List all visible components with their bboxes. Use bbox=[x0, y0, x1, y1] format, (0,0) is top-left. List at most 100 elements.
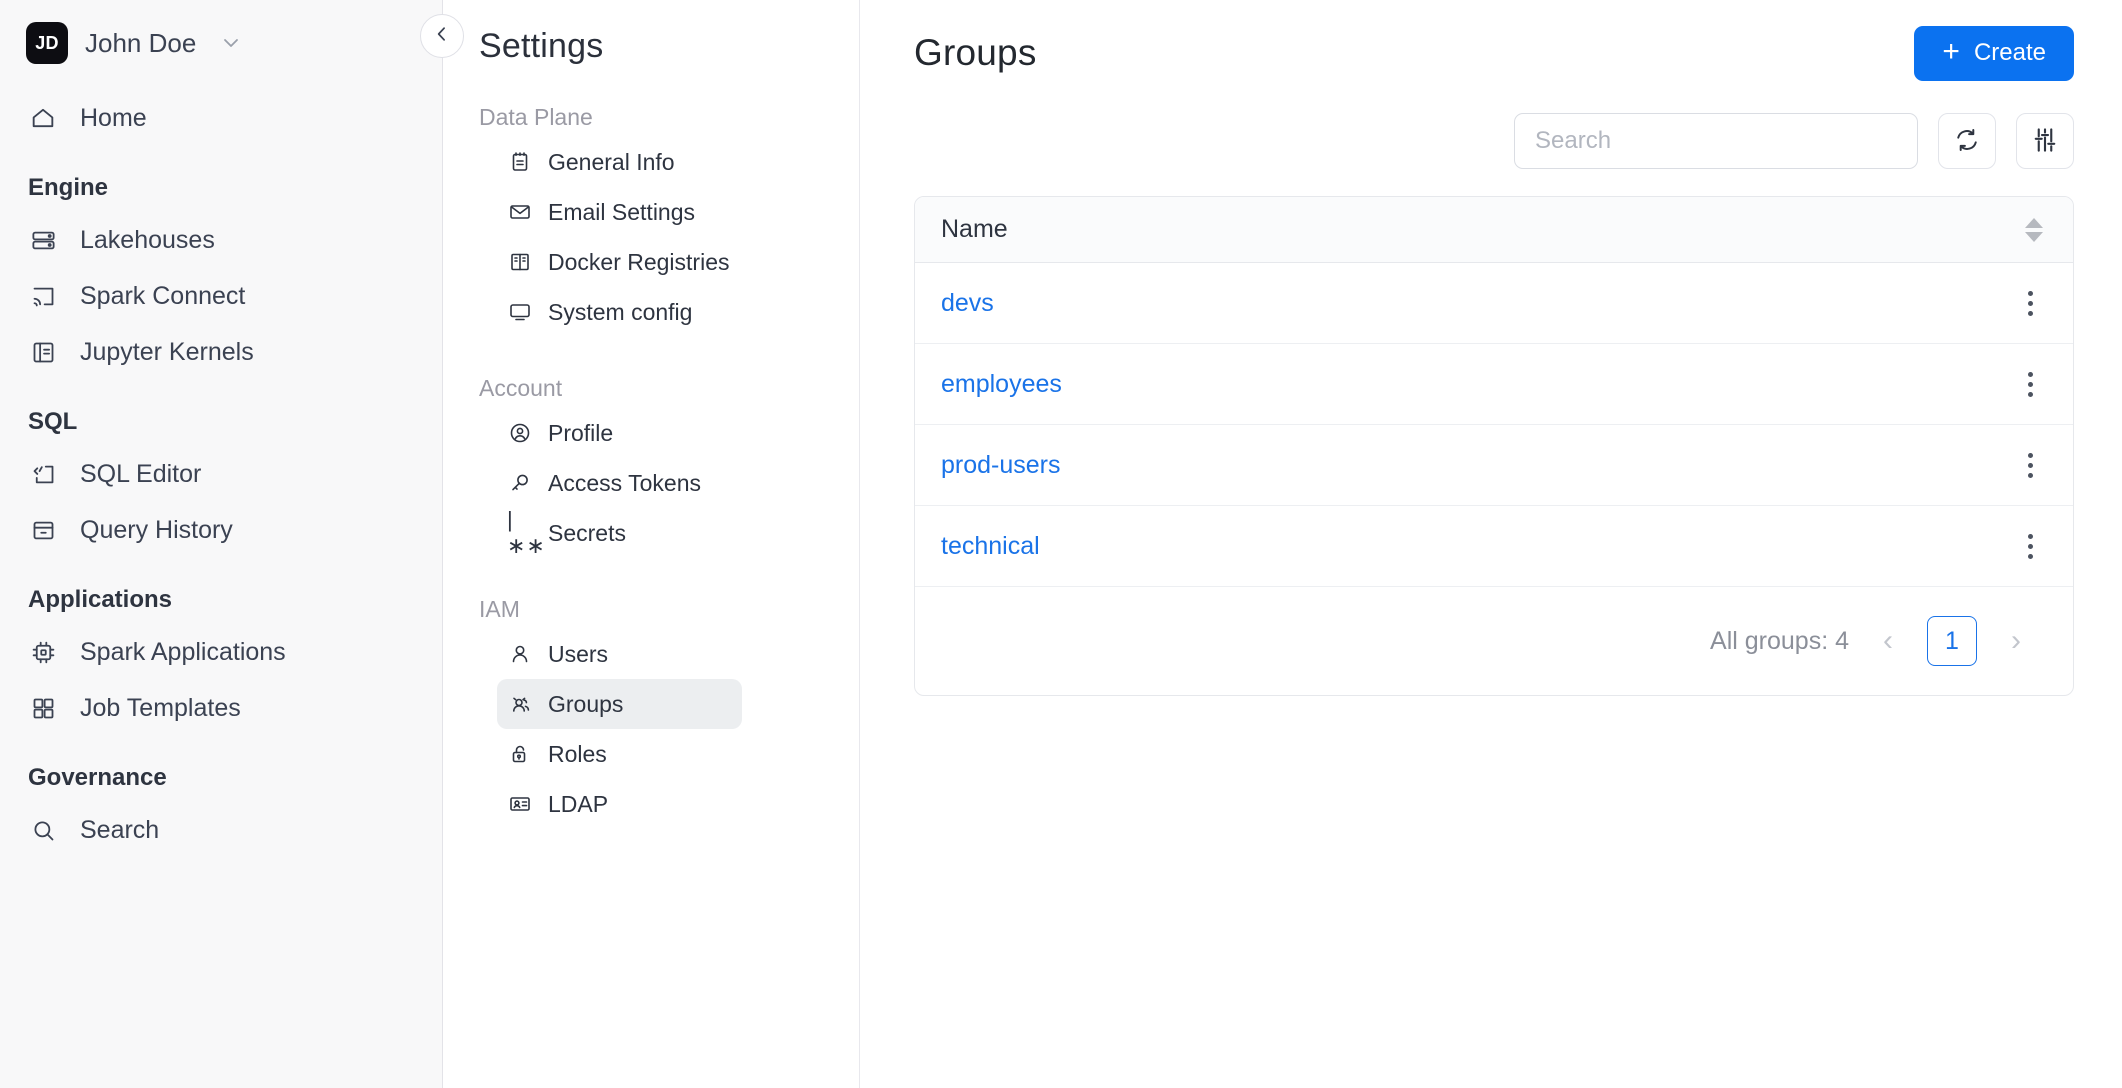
left-navigation-sidebar: JD John Doe Home Engine Lakehouses Spark… bbox=[0, 0, 443, 1088]
settings-item-label: General Info bbox=[548, 148, 675, 175]
sidebar-item-label: SQL Editor bbox=[80, 459, 202, 488]
group-name-link[interactable]: devs bbox=[941, 289, 994, 318]
previous-page-button[interactable]: ‹ bbox=[1871, 626, 1905, 656]
kebab-menu-icon[interactable] bbox=[2018, 526, 2043, 567]
cast-icon bbox=[28, 281, 58, 311]
create-button-label: Create bbox=[1973, 39, 2046, 66]
settings-section-iam: IAM bbox=[479, 596, 520, 622]
secrets-glyph-icon: |∗∗ bbox=[507, 507, 546, 558]
sidebar-item-jupyter-kernels[interactable]: Jupyter Kernels bbox=[0, 324, 442, 380]
settings-item-groups[interactable]: Groups bbox=[497, 679, 742, 729]
total-count-label: All groups: 4 bbox=[1710, 626, 1849, 655]
sidebar-item-spark-applications[interactable]: Spark Applications bbox=[0, 624, 442, 680]
table-row: employees bbox=[915, 344, 2073, 425]
user-menu[interactable]: JD John Doe bbox=[0, 0, 442, 64]
settings-item-label: Docker Registries bbox=[548, 248, 730, 275]
settings-item-roles[interactable]: Roles bbox=[497, 729, 835, 779]
page-title: Groups bbox=[914, 32, 1037, 73]
refresh-icon bbox=[1953, 126, 1981, 157]
sidebar-item-label: Job Templates bbox=[80, 693, 241, 722]
sidebar-item-home[interactable]: Home bbox=[0, 90, 442, 146]
table-row: prod-users bbox=[915, 425, 2073, 506]
group-name-link[interactable]: prod-users bbox=[941, 451, 1061, 480]
table-row: technical bbox=[915, 506, 2073, 587]
page-header: Groups + Create bbox=[914, 0, 2074, 81]
users-icon bbox=[507, 691, 533, 717]
table-pagination: All groups: 4 ‹ 1 › bbox=[915, 587, 2073, 695]
nav-section-governance: Governance bbox=[28, 764, 167, 791]
sidebar-item-label: Home bbox=[80, 103, 147, 132]
settings-item-general-info[interactable]: General Info bbox=[497, 137, 835, 187]
settings-item-users[interactable]: Users bbox=[497, 629, 835, 679]
settings-item-profile[interactable]: Profile bbox=[497, 408, 835, 458]
sliders-icon bbox=[2030, 125, 2060, 158]
sidebar-item-query-history[interactable]: Query History bbox=[0, 502, 442, 558]
settings-item-docker-registries[interactable]: Docker Registries bbox=[497, 237, 835, 287]
sort-ascending-icon bbox=[2025, 217, 2043, 228]
sort-arrows-icon[interactable] bbox=[2025, 217, 2043, 242]
sidebar-item-label: Lakehouses bbox=[80, 225, 215, 254]
settings-item-label: Roles bbox=[548, 740, 607, 767]
kebab-menu-icon[interactable] bbox=[2018, 283, 2043, 324]
group-name-link[interactable]: employees bbox=[941, 370, 1062, 399]
table-row: devs bbox=[915, 263, 2073, 344]
nav-list: Home Engine Lakehouses Spark Connect Jup… bbox=[0, 90, 442, 858]
main-content: Groups + Create Name bbox=[860, 0, 2122, 1088]
nav-section-applications: Applications bbox=[28, 586, 173, 613]
sidebar-item-spark-connect[interactable]: Spark Connect bbox=[0, 268, 442, 324]
column-header-name: Name bbox=[941, 215, 1008, 243]
code-icon bbox=[28, 459, 58, 489]
settings-item-access-tokens[interactable]: Access Tokens bbox=[497, 458, 835, 508]
groups-table: Name devs employees prod-users technical bbox=[914, 196, 2074, 696]
group-name-link[interactable]: technical bbox=[941, 532, 1040, 561]
settings-section-account: Account bbox=[479, 375, 563, 401]
search-input[interactable] bbox=[1514, 113, 1918, 169]
refresh-button[interactable] bbox=[1938, 113, 1996, 169]
kebab-menu-icon[interactable] bbox=[2018, 364, 2043, 405]
chevron-down-icon bbox=[219, 31, 243, 55]
page-number-1[interactable]: 1 bbox=[1927, 616, 1977, 666]
sidebar-item-lakehouses[interactable]: Lakehouses bbox=[0, 212, 442, 268]
avatar: JD bbox=[26, 22, 68, 64]
sidebar-item-sql-editor[interactable]: SQL Editor bbox=[0, 446, 442, 502]
settings-item-label: Email Settings bbox=[548, 198, 696, 225]
next-page-button[interactable]: › bbox=[1999, 626, 2033, 656]
user-name: John Doe bbox=[85, 27, 197, 58]
app-root: JD John Doe Home Engine Lakehouses Spark… bbox=[0, 0, 2122, 1088]
settings-item-label: System config bbox=[548, 298, 693, 325]
settings-item-label: Users bbox=[548, 640, 609, 667]
notebook-icon bbox=[28, 337, 58, 367]
sidebar-item-job-templates[interactable]: Job Templates bbox=[0, 680, 442, 736]
settings-panel: Settings Data Plane General Info Email S… bbox=[443, 0, 860, 1088]
sidebar-item-label: Search bbox=[80, 815, 160, 844]
grid-icon bbox=[28, 693, 58, 723]
clipboard-icon bbox=[507, 149, 533, 175]
server-icon bbox=[28, 225, 58, 255]
chevron-left-icon bbox=[432, 24, 452, 49]
sidebar-item-search[interactable]: Search bbox=[0, 802, 442, 858]
registry-icon bbox=[507, 249, 533, 275]
settings-item-label: Secrets bbox=[548, 519, 626, 546]
nav-section-sql: SQL bbox=[28, 408, 78, 435]
filter-settings-button[interactable] bbox=[2016, 113, 2074, 169]
table-header-row: Name bbox=[915, 197, 2073, 263]
sidebar-item-label: Spark Applications bbox=[80, 637, 286, 666]
archive-icon bbox=[28, 515, 58, 545]
settings-item-ldap[interactable]: LDAP bbox=[497, 779, 835, 829]
create-button[interactable]: + Create bbox=[1914, 25, 2074, 81]
lock-open-icon bbox=[507, 741, 533, 767]
settings-item-system-config[interactable]: System config bbox=[497, 287, 835, 337]
kebab-menu-icon[interactable] bbox=[2018, 445, 2043, 486]
user-circle-icon bbox=[507, 420, 533, 446]
collapse-sidebar-button[interactable] bbox=[420, 14, 464, 58]
sort-descending-icon bbox=[2025, 231, 2043, 242]
key-icon bbox=[507, 470, 533, 496]
settings-item-secrets[interactable]: |∗∗ Secrets bbox=[497, 507, 835, 558]
monitor-icon bbox=[507, 299, 533, 325]
settings-item-email-settings[interactable]: Email Settings bbox=[497, 187, 835, 237]
sidebar-item-label: Spark Connect bbox=[80, 281, 246, 310]
home-icon bbox=[28, 103, 58, 133]
id-card-icon bbox=[507, 791, 533, 817]
sidebar-item-label: Query History bbox=[80, 515, 233, 544]
settings-section-data-plane: Data Plane bbox=[479, 104, 593, 130]
